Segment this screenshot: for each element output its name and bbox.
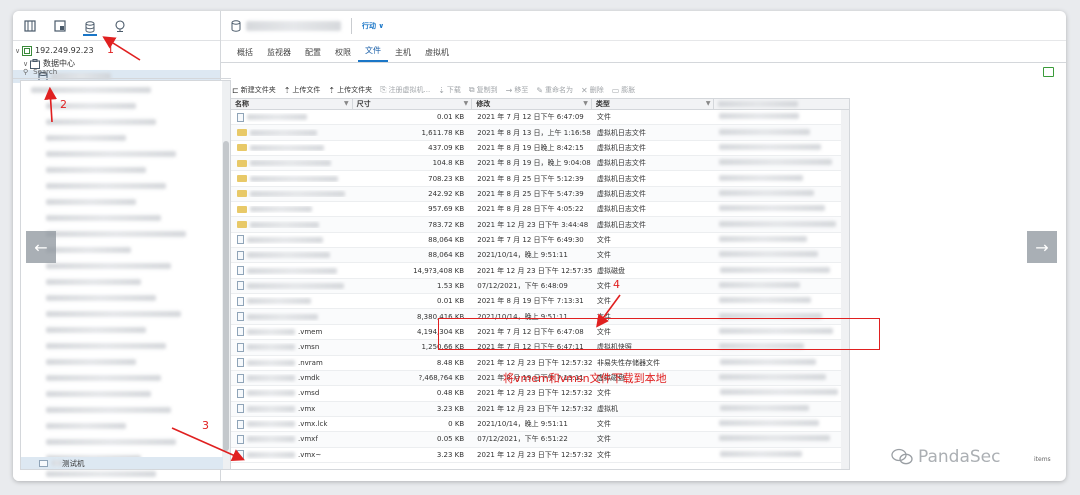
arrow-2 [44,86,57,123]
arrow-3 [171,427,245,461]
arrow-1 [102,36,141,61]
arrow-4 [596,294,621,328]
annotation-arrows [44,36,621,461]
